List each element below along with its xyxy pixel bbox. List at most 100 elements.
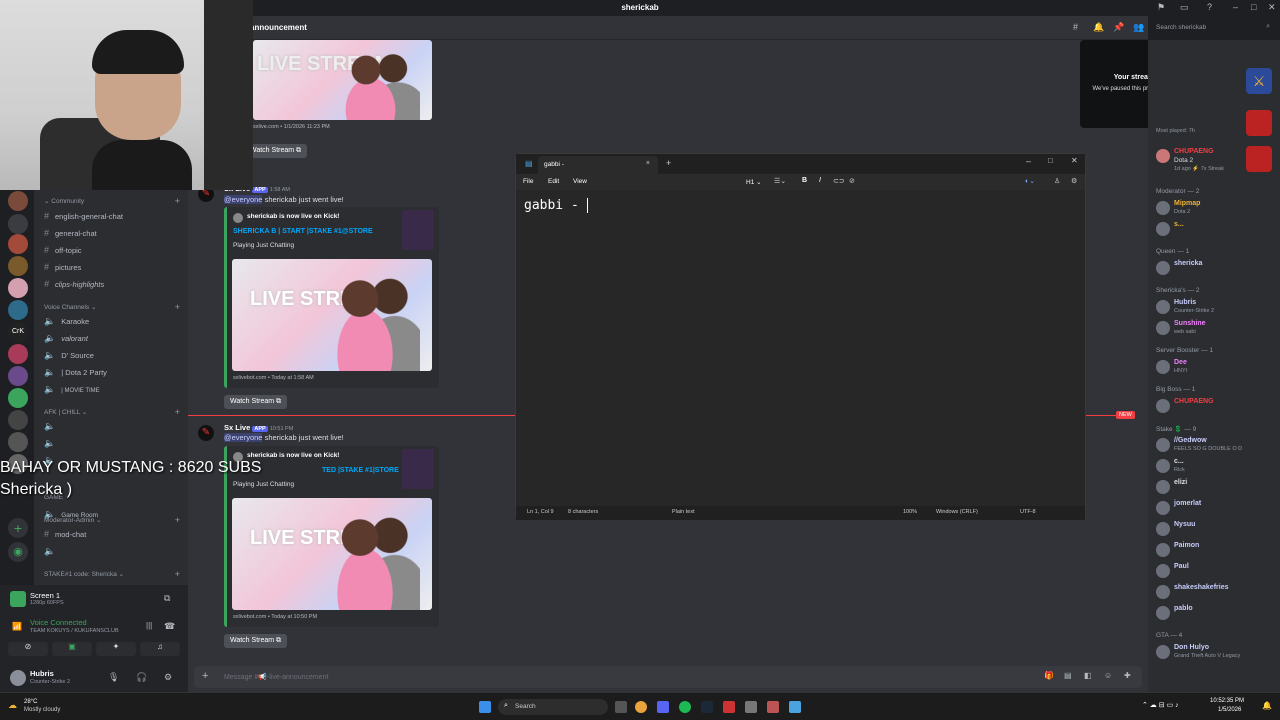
menu-file[interactable]: File bbox=[523, 178, 533, 185]
add-channel-icon[interactable]: + bbox=[175, 196, 180, 206]
notification-icon[interactable]: 🔔 bbox=[1262, 701, 1272, 710]
server-icon[interactable] bbox=[8, 388, 28, 408]
popout-icon[interactable]: ⧉ bbox=[164, 593, 170, 604]
noise-icon[interactable]: ||| bbox=[146, 621, 152, 630]
new-tab-icon[interactable]: + bbox=[666, 158, 671, 168]
voice-channel-valorant[interactable]: 🔈 valorant bbox=[44, 333, 88, 344]
voice-channel-dota[interactable]: 🔈 | Dota 2 Party bbox=[44, 367, 107, 378]
gif-icon[interactable]: ▤ bbox=[1064, 671, 1072, 680]
mic-icon[interactable]: 🎙 bbox=[108, 672, 119, 683]
close-icon[interactable]: ✕ bbox=[1071, 156, 1078, 165]
weather-desc[interactable]: Mostly cloudy bbox=[24, 707, 60, 713]
member-item[interactable]: pablo bbox=[1156, 605, 1276, 621]
settings-icon[interactable]: ⚙ bbox=[1071, 177, 1077, 185]
member-item[interactable]: shakeshakefries bbox=[1156, 584, 1276, 600]
category-stake[interactable]: STAKE#1 code: Shericka ⌄ bbox=[44, 570, 124, 578]
add-server-icon[interactable]: + bbox=[8, 518, 28, 538]
category-community[interactable]: ⌄ Community bbox=[44, 197, 84, 205]
share-screen-button[interactable]: ▣ bbox=[52, 642, 92, 656]
voice-channel-karaoke[interactable]: 🔈 Karaoke bbox=[44, 316, 89, 327]
server-icon[interactable] bbox=[8, 234, 28, 254]
bell-icon[interactable]: 🔔 bbox=[1093, 22, 1104, 33]
add-channel-icon[interactable]: + bbox=[175, 302, 180, 312]
spotify-icon[interactable] bbox=[679, 701, 691, 713]
add-attachment-icon[interactable]: + bbox=[202, 670, 208, 682]
member-item[interactable]: c... Rick bbox=[1156, 458, 1276, 474]
member-item[interactable]: Hubris Counter-Strike 2 bbox=[1156, 299, 1276, 315]
server-icon[interactable] bbox=[8, 278, 28, 298]
discord-icon[interactable] bbox=[657, 701, 669, 713]
stream-thumbnail[interactable]: LIVE STREAM bbox=[232, 498, 432, 610]
settings-app-icon[interactable] bbox=[745, 701, 757, 713]
category-afk[interactable]: AFK | CHILL ⌄ bbox=[44, 408, 87, 416]
member-item[interactable]: jomerlat bbox=[1156, 500, 1276, 516]
member-item[interactable]: Don Hulyo Grand Theft Auto V Legacy bbox=[1156, 644, 1276, 660]
mention[interactable]: @everyone bbox=[224, 195, 263, 204]
server-icon[interactable] bbox=[8, 256, 28, 276]
disconnect-icon[interactable]: ☎ bbox=[164, 621, 175, 632]
taskbar-search[interactable]: ⌕ Search bbox=[498, 699, 608, 715]
close-tab-icon[interactable]: × bbox=[646, 160, 650, 167]
voice-channel-dsource[interactable]: 🔈 D' Source bbox=[44, 350, 94, 361]
weather-temp[interactable]: 28°C bbox=[24, 699, 37, 705]
menu-edit[interactable]: Edit bbox=[548, 178, 559, 185]
watch-stream-button[interactable]: Watch Stream ⧉ bbox=[244, 144, 308, 158]
category-voice[interactable]: Voice Channels ⌄ bbox=[44, 303, 96, 311]
bot-avatar[interactable]: ✎ bbox=[198, 425, 214, 441]
clock-time[interactable]: 10:52:35 PM bbox=[1210, 698, 1244, 704]
minimize-icon[interactable]: – bbox=[1233, 2, 1238, 12]
channel-general-chat[interactable]: # general-chat bbox=[44, 228, 97, 238]
copilot-icon[interactable]: ◐⌄ bbox=[1025, 177, 1035, 185]
member-item[interactable]: CHUPAENG bbox=[1156, 398, 1276, 414]
chrome-icon[interactable] bbox=[635, 701, 647, 713]
minimize-icon[interactable]: – bbox=[1026, 156, 1031, 166]
add-channel-icon[interactable]: + bbox=[175, 407, 180, 417]
soundboard-button[interactable]: ♫ bbox=[140, 642, 180, 656]
emoji-icon[interactable]: ☺ bbox=[1104, 671, 1112, 680]
notepad-tab[interactable]: gabbi - × bbox=[538, 156, 658, 174]
member-item[interactable]: Sunshine web sabi bbox=[1156, 320, 1276, 336]
sticker-icon[interactable]: ◧ bbox=[1084, 671, 1092, 680]
embed-link[interactable]: SHERICKA B | START |STAKE #1@STORE bbox=[233, 228, 373, 235]
voice-channel-mod[interactable]: 🔈 bbox=[44, 546, 61, 557]
watch-stream-button[interactable]: Watch Stream ⧉ bbox=[224, 395, 288, 409]
gift-icon[interactable]: 🎁 bbox=[1044, 671, 1054, 680]
member-item[interactable]: elizi bbox=[1156, 479, 1276, 495]
member-item[interactable]: Nysuu bbox=[1156, 521, 1276, 537]
channel-off-topic[interactable]: # off-topic bbox=[44, 245, 82, 255]
clock-date[interactable]: 1/5/2026 bbox=[1218, 707, 1241, 713]
camera-off-button[interactable]: ⊘ bbox=[8, 642, 48, 656]
headset-icon[interactable]: 🎧 bbox=[136, 672, 147, 683]
discover-icon[interactable]: ◉ bbox=[8, 542, 28, 562]
maximize-icon[interactable]: □ bbox=[1251, 2, 1256, 12]
member-item[interactable]: shericka bbox=[1156, 260, 1276, 276]
channel-mod-chat[interactable]: # mod-chat bbox=[44, 529, 86, 539]
member-item[interactable]: s... bbox=[1156, 221, 1276, 237]
member-item[interactable]: //Gedwow FEELS SO G DOUBLE O D bbox=[1156, 437, 1276, 453]
members-icon[interactable]: 👥 bbox=[1133, 22, 1144, 33]
embed-link[interactable]: TED |STAKE #1|STORE bbox=[322, 467, 399, 474]
member-item[interactable]: Paul bbox=[1156, 563, 1276, 579]
server-icon[interactable] bbox=[8, 410, 28, 430]
add-channel-icon[interactable]: + bbox=[175, 569, 180, 579]
server-icon[interactable] bbox=[8, 300, 28, 320]
server-icon[interactable] bbox=[8, 214, 28, 234]
activities-button[interactable]: ✦ bbox=[96, 642, 136, 656]
search-input[interactable]: Search sherickab ⌕ bbox=[1152, 21, 1274, 35]
server-icon[interactable] bbox=[8, 366, 28, 386]
member-item[interactable]: Dee HNYI bbox=[1156, 359, 1276, 375]
tray-icons[interactable]: ⌃ ☁ ⊟ ▭ ♪ bbox=[1142, 701, 1179, 709]
maximize-icon[interactable]: □ bbox=[1048, 156, 1053, 165]
menu-view[interactable]: View bbox=[573, 178, 587, 185]
message-composer[interactable]: + Message #📢-live-announcement 🎁 ▤ ◧ ☺ ✚ bbox=[194, 666, 1142, 688]
message-author[interactable]: Sx Live APP 10:51 PM bbox=[224, 423, 293, 432]
link-icon[interactable]: ⊂⊃ bbox=[833, 177, 845, 185]
member-item[interactable]: Paimon bbox=[1156, 542, 1276, 558]
close-icon[interactable]: ✕ bbox=[1268, 2, 1276, 13]
list-icon[interactable]: ☰⌄ bbox=[774, 177, 786, 185]
server-icon[interactable] bbox=[8, 191, 28, 211]
editor-text[interactable]: gabbi - bbox=[524, 198, 596, 213]
add-channel-icon[interactable]: + bbox=[175, 515, 180, 525]
mention[interactable]: @everyone bbox=[224, 433, 263, 442]
channel-pictures[interactable]: # pictures bbox=[44, 262, 81, 272]
